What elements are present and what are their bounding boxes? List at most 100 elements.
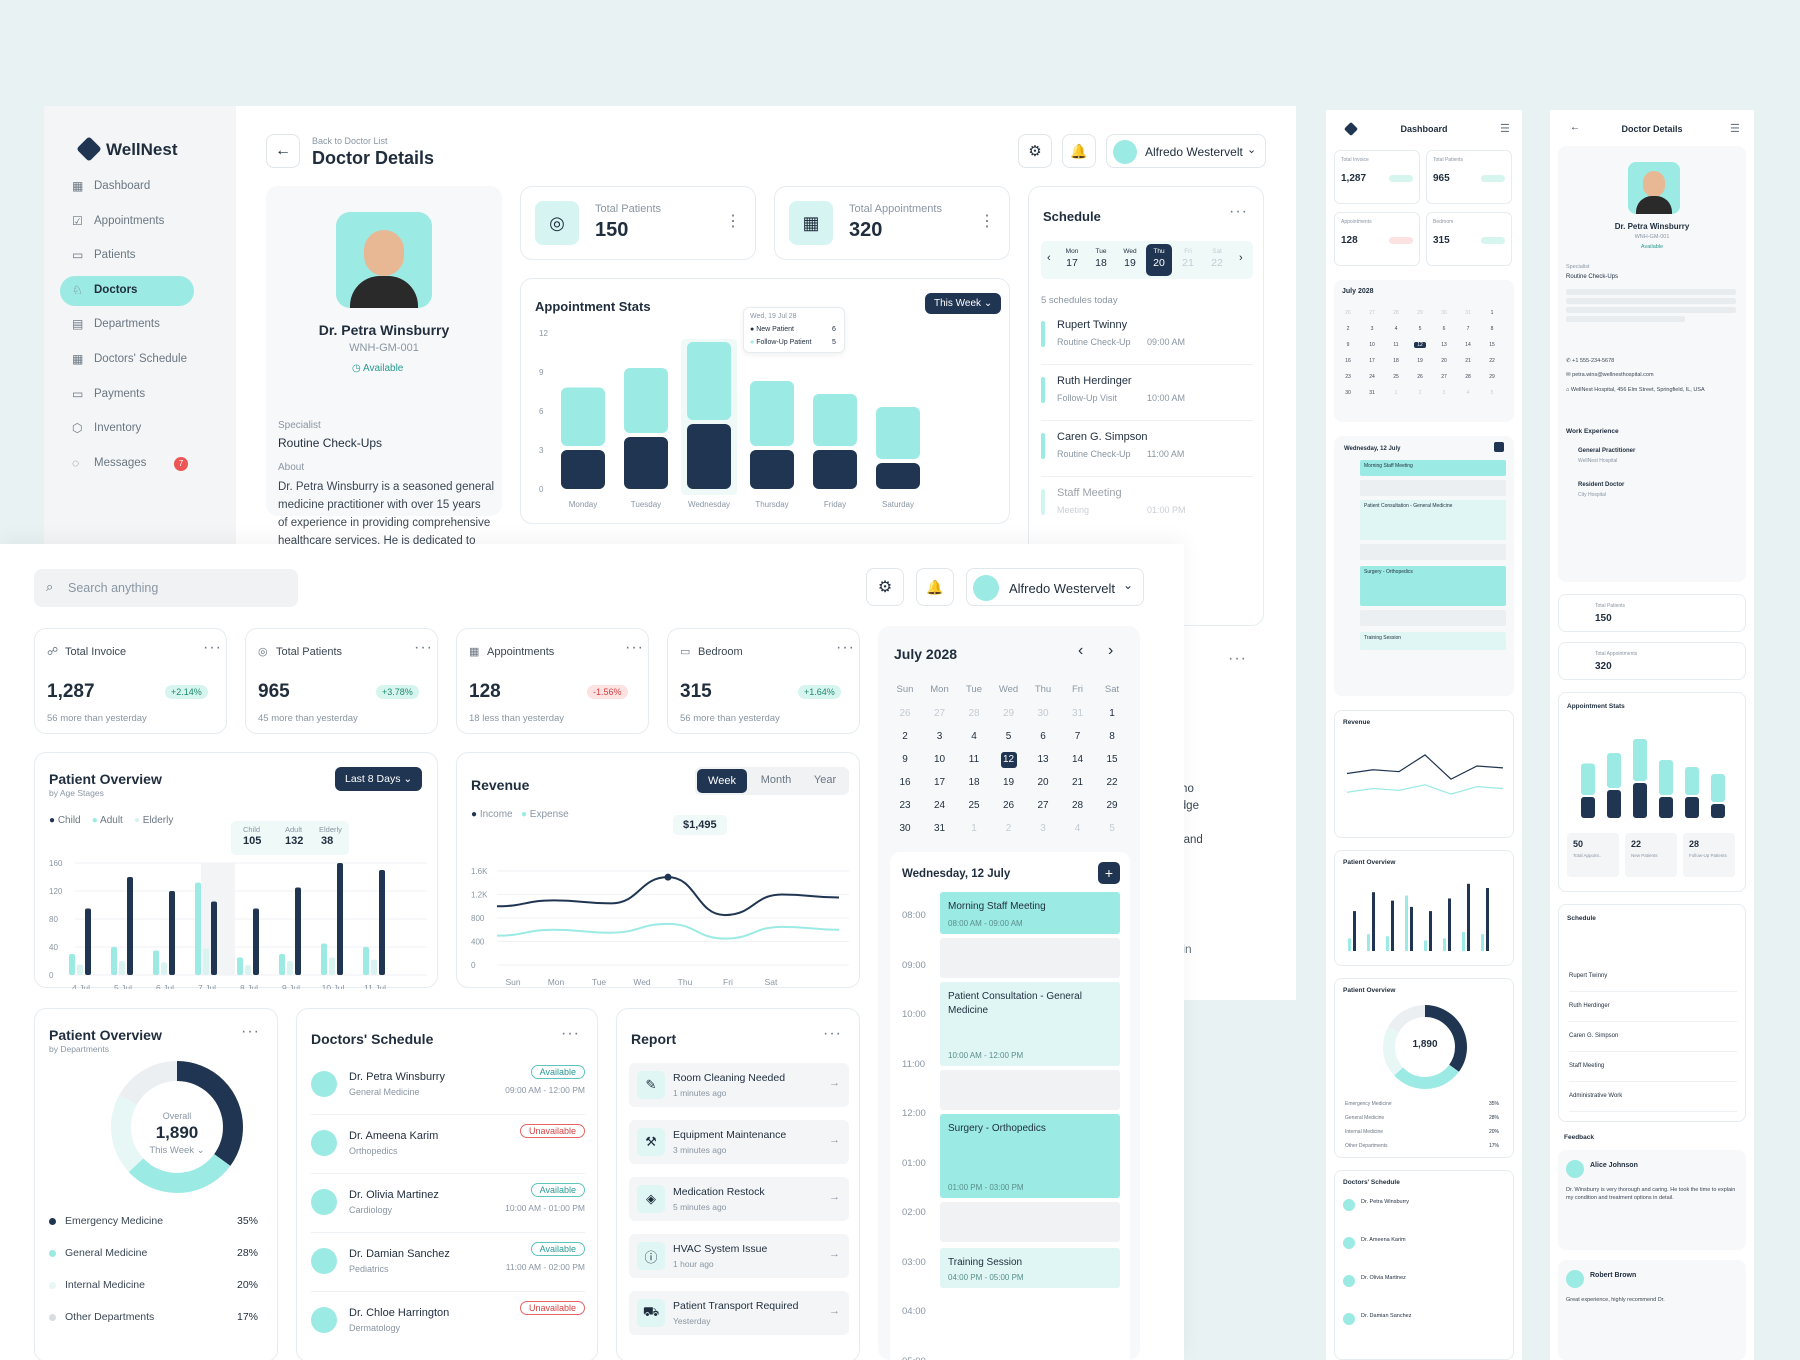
calendar-day[interactable]: 27: [1438, 374, 1450, 380]
week-day[interactable]: Sat 22: [1204, 244, 1230, 276]
add-event-button[interactable]: [1494, 442, 1504, 452]
calendar-day[interactable]: 8: [1104, 729, 1120, 745]
calendar-day[interactable]: 31: [1366, 390, 1378, 396]
calendar-day[interactable]: 21: [1070, 775, 1086, 791]
more-icon[interactable]: ···: [241, 1023, 260, 1041]
calendar-day[interactable]: 4: [1070, 821, 1086, 837]
calendar-day[interactable]: 10: [1366, 342, 1378, 348]
calendar-day[interactable]: 2: [1342, 326, 1354, 332]
calendar-day[interactable]: 6: [1035, 729, 1051, 745]
calendar-day[interactable]: 18: [966, 775, 982, 791]
week-day[interactable]: Fri 21: [1175, 244, 1201, 276]
week-day[interactable]: Thu 20: [1146, 244, 1172, 276]
calendar-day[interactable]: 4: [1462, 390, 1474, 396]
sidebar-item-dashboard[interactable]: ▦ Dashboard: [60, 172, 194, 202]
calendar-day[interactable]: 16: [897, 775, 913, 791]
report-item[interactable]: ◈ Medication Restock 5 minutes ago →: [629, 1177, 849, 1221]
back-button[interactable]: ←: [266, 134, 300, 168]
more-icon[interactable]: ···: [836, 639, 855, 657]
calendar-day[interactable]: 21: [1462, 358, 1474, 364]
sidebar-item-payments[interactable]: ▭ Payments: [60, 380, 194, 410]
more-icon[interactable]: ···: [561, 1025, 580, 1043]
menu-icon[interactable]: ☰: [1730, 122, 1740, 135]
more-icon[interactable]: ···: [1229, 203, 1248, 221]
calendar-day[interactable]: 1: [966, 821, 982, 837]
agenda-event[interactable]: Patient Consultation - General Medicine: [1360, 500, 1506, 540]
more-icon[interactable]: ···: [823, 1025, 842, 1043]
calendar-day[interactable]: 12: [1000, 752, 1017, 768]
calendar-day[interactable]: 27: [1366, 310, 1378, 316]
calendar-day[interactable]: 3: [1438, 390, 1450, 396]
calendar-day[interactable]: 29: [1104, 798, 1120, 814]
calendar-day[interactable]: 27: [932, 706, 948, 722]
more-icon[interactable]: ···: [203, 639, 222, 657]
calendar-day[interactable]: 29: [1414, 310, 1426, 316]
calendar-day[interactable]: 4: [966, 729, 982, 745]
calendar-day[interactable]: 11: [1390, 342, 1402, 348]
calendar-day[interactable]: 2: [1414, 390, 1426, 396]
agenda-event[interactable]: Surgery - Orthopedics 01:00 PM - 03:00 PM: [940, 1114, 1120, 1198]
more-icon[interactable]: ···: [625, 639, 644, 657]
calendar-day[interactable]: 28: [1462, 374, 1474, 380]
calendar-day[interactable]: 31: [932, 821, 948, 837]
donut-range[interactable]: This Week ⌄: [107, 1145, 247, 1156]
calendar-day[interactable]: 3: [932, 729, 948, 745]
calendar-day[interactable]: 30: [1342, 390, 1354, 396]
calendar-day[interactable]: 9: [897, 752, 913, 768]
doctor-row[interactable]: Dr. Ameena Karim Orthopedics Unavailable: [311, 1122, 585, 1174]
calendar-day[interactable]: 19: [1001, 775, 1017, 791]
calendar-day[interactable]: 12: [1414, 342, 1426, 348]
calendar-day[interactable]: 29: [1001, 706, 1017, 722]
chevron-right-icon[interactable]: ›: [1239, 252, 1243, 264]
calendar-day[interactable]: 17: [932, 775, 948, 791]
calendar-day[interactable]: 8: [1486, 326, 1498, 332]
sidebar-item-doctors-schedule[interactable]: ▦ Doctors' Schedule: [60, 345, 194, 375]
search-input[interactable]: Search anything: [68, 581, 158, 595]
user-menu[interactable]: Alfredo Westervelt ⌄: [1106, 134, 1266, 168]
sidebar-item-inventory[interactable]: ⬡ Inventory: [60, 414, 194, 444]
tab-month[interactable]: Month: [751, 774, 801, 786]
calendar-day[interactable]: 30: [897, 821, 913, 837]
calendar-day[interactable]: 4: [1390, 326, 1402, 332]
report-item[interactable]: ⚒ Equipment Maintenance 3 minutes ago →: [629, 1120, 849, 1164]
report-item[interactable]: ⛟ Patient Transport Required Yesterday →: [629, 1291, 849, 1335]
calendar-day[interactable]: 26: [1001, 798, 1017, 814]
calendar-day[interactable]: 23: [1342, 374, 1354, 380]
calendar-day[interactable]: 23: [897, 798, 913, 814]
week-day[interactable]: Mon 17: [1059, 244, 1085, 276]
calendar-day[interactable]: 5: [1486, 390, 1498, 396]
calendar-day[interactable]: 9: [1342, 342, 1354, 348]
doctor-row[interactable]: Dr. Damian Sanchez Pediatrics Available 11:…: [311, 1240, 585, 1292]
calendar-day[interactable]: 25: [966, 798, 982, 814]
doctor-row[interactable]: Dr. Olivia Martinez Cardiology Available 10…: [311, 1181, 585, 1233]
agenda-event[interactable]: Training Session 04:00 PM - 05:00 PM: [940, 1248, 1120, 1288]
calendar-day[interactable]: 25: [1390, 374, 1402, 380]
search-bar[interactable]: ⌕ Search anything: [34, 569, 298, 607]
calendar-day[interactable]: 26: [1342, 310, 1354, 316]
calendar-day[interactable]: 14: [1462, 342, 1474, 348]
more-icon[interactable]: ···: [1228, 650, 1247, 668]
brand[interactable]: WellNest: [76, 136, 178, 162]
calendar-day[interactable]: 13: [1438, 342, 1450, 348]
chevron-left-icon[interactable]: ‹: [1047, 252, 1051, 264]
calendar-day[interactable]: 1: [1390, 390, 1402, 396]
calendar-day[interactable]: 30: [1035, 706, 1051, 722]
schedule-item[interactable]: Ruth Herdinger Follow-Up Visit 10:00 AM: [1041, 373, 1253, 421]
calendar-day[interactable]: 24: [1366, 374, 1378, 380]
calendar-day[interactable]: 17: [1366, 358, 1378, 364]
schedule-item[interactable]: Staff Meeting Meeting 01:00 PM: [1041, 485, 1253, 533]
calendar-day[interactable]: 22: [1104, 775, 1120, 791]
calendar-day[interactable]: 20: [1438, 358, 1450, 364]
calendar-day[interactable]: 7: [1070, 729, 1086, 745]
report-item[interactable]: ✎ Room Cleaning Needed 1 minutes ago →: [629, 1063, 849, 1107]
sidebar-item-appointments[interactable]: ☑ Appointments: [60, 207, 194, 237]
calendar-day[interactable]: 5: [1104, 821, 1120, 837]
calendar-day[interactable]: 27: [1035, 798, 1051, 814]
chevron-left-icon[interactable]: ‹: [1078, 642, 1083, 660]
calendar-day[interactable]: 5: [1001, 729, 1017, 745]
calendar-day[interactable]: 3: [1035, 821, 1051, 837]
calendar-day[interactable]: 1: [1486, 310, 1498, 316]
calendar-day[interactable]: 15: [1104, 752, 1120, 768]
calendar-day[interactable]: 5: [1414, 326, 1426, 332]
calendar-day[interactable]: 24: [932, 798, 948, 814]
